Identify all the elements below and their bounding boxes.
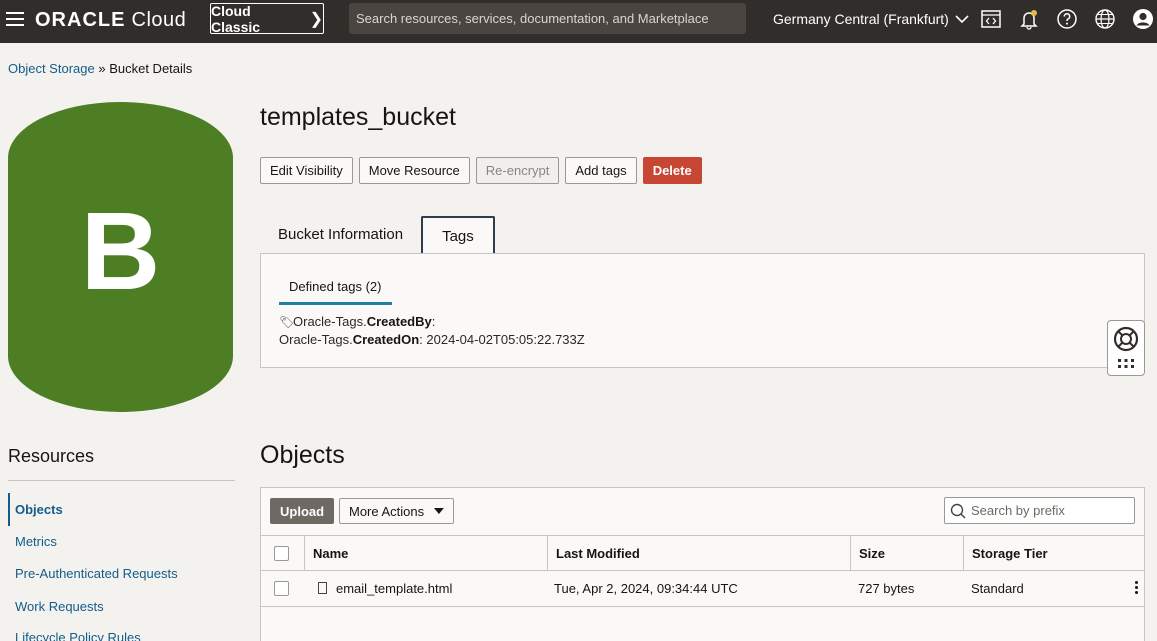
upload-button[interactable]: Upload [270,498,335,524]
tag-created-on: Oracle-Tags.CreatedOn: 2024-04-02T05:05:… [279,332,585,347]
chevron-right-icon: ❯ [309,10,323,28]
delete-button[interactable]: Delete [642,157,702,184]
help-icon[interactable] [1056,8,1078,30]
resources-title: Resources [8,446,95,466]
chevron-down-icon [955,15,969,24]
breadcrumb: Object Storage » Bucket Details [8,61,192,76]
top-navigation-bar: ORACLE Cloud Cloud Classic ❯ Search reso… [0,0,1157,43]
tag-namespace: Oracle-Tags. [293,314,367,329]
bucket-icon: B [8,102,233,412]
size-cell: 727 bytes [858,581,915,596]
resource-link-lifecycle-policy-rules[interactable]: Lifecycle Policy Rules [15,630,141,641]
logo-brand: ORACLE [35,9,126,31]
page-title: templates_bucket [260,103,456,131]
bucket-actions: Edit Visibility Move Resource Re-encrypt… [260,157,702,184]
logo-product: Cloud [131,9,187,31]
active-indicator [8,493,10,526]
grid-dots-icon [1118,359,1134,368]
user-profile-icon[interactable] [1132,8,1154,30]
breadcrumb-object-storage-link[interactable]: Object Storage [8,61,95,76]
breadcrumb-separator: » [98,61,106,76]
column-header-size[interactable]: Size [850,536,963,571]
notifications-bell-icon[interactable] [1018,8,1040,30]
resource-link-metrics[interactable]: Metrics [15,534,57,549]
column-header-storage-tier[interactable]: Storage Tier [963,536,1144,571]
resources-divider [8,480,235,481]
tab-tags[interactable]: Tags [421,216,495,255]
row-actions-kebab-icon[interactable] [1135,581,1139,596]
cloud-classic-button[interactable]: Cloud Classic ❯ [210,2,324,35]
add-tags-button[interactable]: Add tags [565,157,637,184]
help-support-widget[interactable] [1107,320,1145,376]
bucket-badge-letter: B [80,190,161,313]
prefix-search-input[interactable]: Search by prefix [944,497,1135,524]
caret-down-icon [434,508,444,514]
more-actions-label: More Actions [349,503,425,519]
oracle-cloud-logo[interactable]: ORACLE Cloud [35,9,186,32]
tag-value: 2024-04-02T05:05:22.733Z [426,332,585,347]
row-checkbox[interactable] [274,581,289,596]
tag-icon: 🏷︎ [279,315,295,329]
column-header-last-modified[interactable]: Last Modified [547,536,850,571]
edit-visibility-button[interactable]: Edit Visibility [260,157,353,184]
code-editor-icon[interactable] [980,8,1002,30]
table-header: Name Last Modified Size Storage Tier [261,535,1144,571]
menu-icon[interactable] [6,12,24,28]
move-resource-button[interactable]: Move Resource [358,157,470,184]
tag-key: CreatedBy [366,314,432,329]
breadcrumb-current: Bucket Details [109,61,193,76]
resource-link-objects[interactable]: Objects [15,502,63,517]
table-row: email_template.html Tue, Apr 2, 2024, 09… [261,571,1144,607]
lifebuoy-icon [1113,326,1139,352]
resource-link-work-requests[interactable]: Work Requests [15,599,104,614]
file-icon [318,582,327,594]
tab-bucket-information[interactable]: Bucket Information [260,216,421,254]
column-header-name[interactable]: Name [304,536,547,571]
tag-namespace: Oracle-Tags. [279,332,353,347]
tags-panel: Defined tags (2) 🏷︎Oracle-Tags.CreatedBy… [260,253,1145,368]
last-modified-cell: Tue, Apr 2, 2024, 09:34:44 UTC [554,581,738,596]
region-label: Germany Central (Frankfurt) [773,11,949,27]
prefix-search-placeholder: Search by prefix [971,503,1065,518]
tag-created-by: 🏷︎Oracle-Tags.CreatedBy: [279,314,435,329]
search-icon [950,503,966,519]
tag-separator: : [431,314,436,329]
objects-table-panel: Upload More Actions Search by prefix Nam… [260,487,1145,641]
object-name-cell[interactable]: email_template.html [318,571,452,606]
select-all-checkbox[interactable] [274,546,289,561]
global-search-input[interactable]: Search resources, services, documentatio… [349,3,746,34]
objects-title: Objects [260,441,345,469]
tag-separator: : [419,332,423,347]
storage-tier-cell: Standard [971,581,1024,596]
tag-key: CreatedOn [352,332,420,347]
details-tabs: Bucket Information Tags [260,216,495,255]
resource-link-pre-authenticated-requests[interactable]: Pre-Authenticated Requests [15,566,178,581]
re-encrypt-button[interactable]: Re-encrypt [475,157,560,184]
more-actions-button[interactable]: More Actions [339,498,454,524]
region-selector[interactable]: Germany Central (Frankfurt) [773,11,969,27]
defined-tags-subtab[interactable]: Defined tags (2) [279,274,392,305]
object-name: email_template.html [336,581,453,596]
language-globe-icon[interactable] [1094,8,1116,30]
cloud-classic-label: Cloud Classic [211,2,261,35]
